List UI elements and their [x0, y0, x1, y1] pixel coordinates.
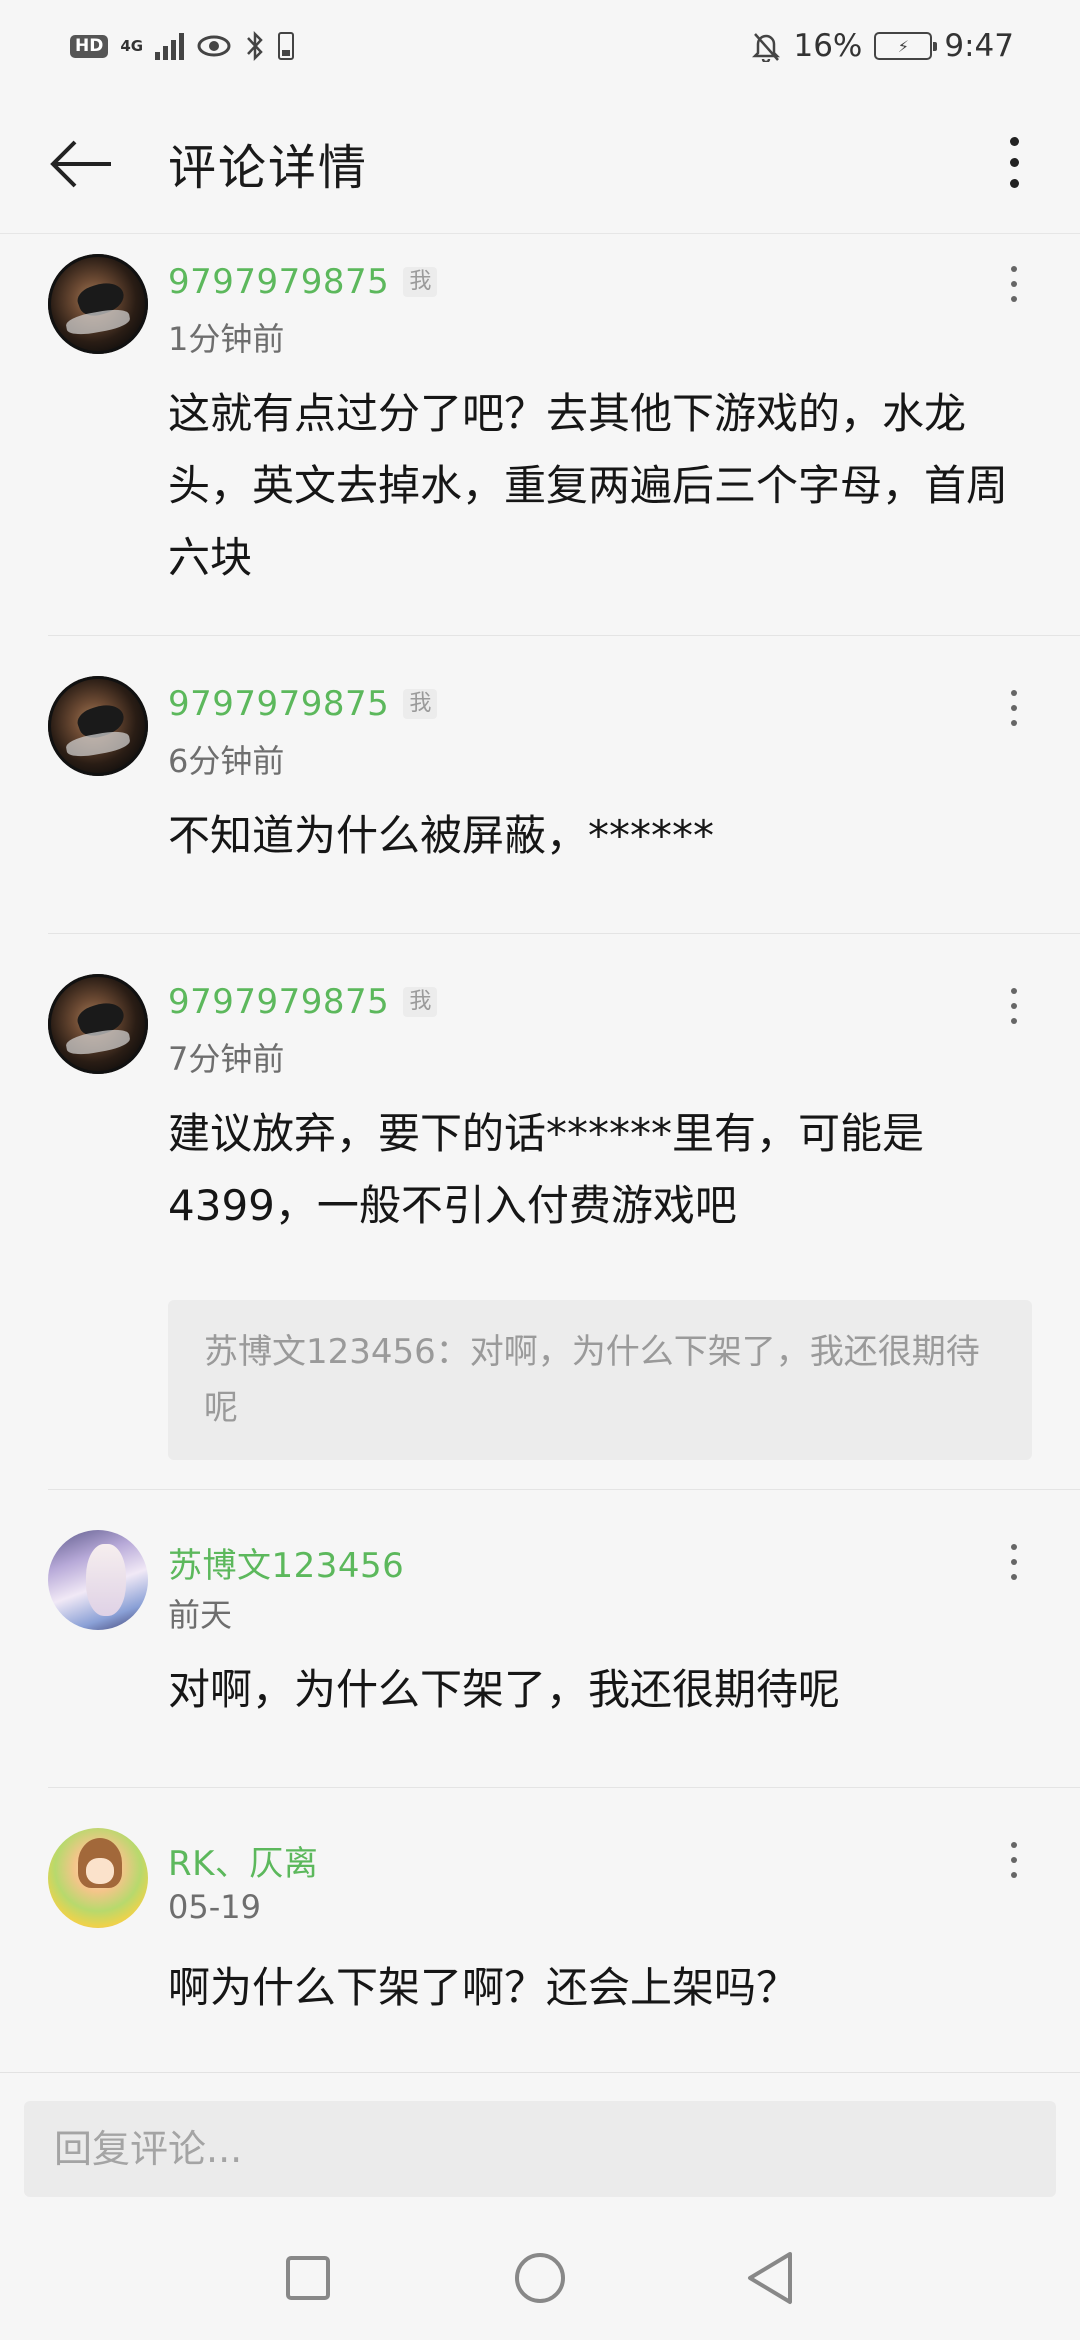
me-badge: 我	[403, 267, 438, 297]
app-bar: 评论详情	[0, 92, 1080, 234]
username[interactable]: RK、仄离	[168, 1836, 318, 1885]
signal-icon	[155, 32, 185, 60]
battery-percent: 16%	[793, 28, 863, 64]
system-nav-bar	[0, 2216, 1080, 2340]
comment-time: 05-19	[168, 1888, 261, 1926]
home-button[interactable]	[508, 2246, 572, 2310]
comment-more-button[interactable]	[994, 1830, 1034, 1890]
comment-more-button[interactable]	[994, 254, 1034, 314]
more-dot-icon	[1009, 157, 1019, 167]
recents-button[interactable]	[276, 2246, 340, 2310]
battery-icon: ⚡	[874, 32, 938, 60]
comment-more-button[interactable]	[994, 976, 1034, 1036]
comment-detail-screen: HD 4G 16% ⚡ 9:47 评论详情 9797979875 我 1分钟前 …	[0, 0, 1080, 2340]
avatar[interactable]	[48, 1530, 148, 1630]
page-title: 评论详情	[168, 139, 369, 196]
comment-time: 1分钟前	[168, 320, 285, 358]
comment-list: 9797979875 我 1分钟前 这就有点过分了吧？去其他下游戏的，水龙头，英…	[0, 234, 1080, 2072]
avatar[interactable]	[48, 254, 148, 354]
me-badge: 我	[403, 689, 438, 719]
comment-item: 9797979875 我 7分钟前 建议放弃，要下的话******里有，可能是4…	[48, 934, 1080, 1490]
quoted-reply[interactable]: 苏博文123456：对啊，为什么下架了，我还很期待呢	[168, 1300, 1032, 1460]
comment-more-button[interactable]	[994, 1532, 1034, 1592]
triangle-back-icon	[748, 2252, 792, 2304]
comment-time: 前天	[168, 1596, 233, 1634]
comment-text[interactable]: 这就有点过分了吧？去其他下游戏的，水龙头，英文去掉水，重复两遍后三个字母，首周六…	[168, 378, 1038, 594]
small-battery-icon	[278, 32, 295, 60]
back-nav-button[interactable]	[738, 2246, 802, 2310]
reply-input[interactable]	[24, 2101, 1056, 2197]
hd-icon: HD	[70, 34, 109, 58]
username[interactable]: 9797979875	[168, 684, 389, 724]
comment-item: 9797979875 我 1分钟前 这就有点过分了吧？去其他下游戏的，水龙头，英…	[48, 234, 1080, 636]
network-type: 4G	[120, 36, 144, 55]
back-button[interactable]	[46, 128, 118, 200]
comment-text[interactable]: 啊为什么下架了啊？还会上架吗？	[168, 1952, 1038, 2024]
comment-time: 6分钟前	[168, 742, 285, 780]
username[interactable]: 9797979875	[168, 262, 389, 302]
comment-text[interactable]: 不知道为什么被屏蔽，******	[168, 800, 1038, 872]
username[interactable]: 9797979875	[168, 982, 389, 1022]
circle-icon	[515, 2253, 565, 2303]
comment-more-button[interactable]	[994, 678, 1034, 738]
reply-bar	[0, 2072, 1080, 2216]
avatar[interactable]	[48, 1828, 148, 1928]
square-icon	[286, 2256, 330, 2300]
more-options-button[interactable]	[978, 126, 1050, 198]
me-badge: 我	[403, 987, 438, 1017]
mute-bell-icon	[752, 33, 781, 62]
status-bar: HD 4G 16% ⚡ 9:47	[0, 0, 1080, 92]
more-dot-icon	[1009, 178, 1019, 188]
comment-text[interactable]: 对啊，为什么下架了，我还很期待呢	[168, 1654, 1038, 1726]
more-dot-icon	[1009, 136, 1019, 146]
avatar[interactable]	[48, 676, 148, 776]
avatar[interactable]	[48, 974, 148, 1074]
status-icons-left: HD 4G	[70, 30, 295, 62]
username[interactable]: 苏博文123456	[168, 1538, 404, 1587]
comment-text[interactable]: 建议放弃，要下的话******里有，可能是4399，一般不引入付费游戏吧	[168, 1098, 1038, 1242]
comment-item: RK、仄离 05-19 啊为什么下架了啊？还会上架吗？	[48, 1788, 1080, 2072]
bluetooth-icon	[247, 30, 263, 62]
arrow-left-icon	[50, 140, 111, 188]
eye-icon	[197, 35, 231, 57]
comment-item: 9797979875 我 6分钟前 不知道为什么被屏蔽，******	[48, 636, 1080, 934]
status-icons-right: 16% ⚡ 9:47	[751, 28, 1014, 64]
comment-item: 苏博文123456 前天 对啊，为什么下架了，我还很期待呢	[48, 1490, 1080, 1788]
comment-time: 7分钟前	[168, 1040, 285, 1078]
clock: 9:47	[944, 28, 1014, 64]
